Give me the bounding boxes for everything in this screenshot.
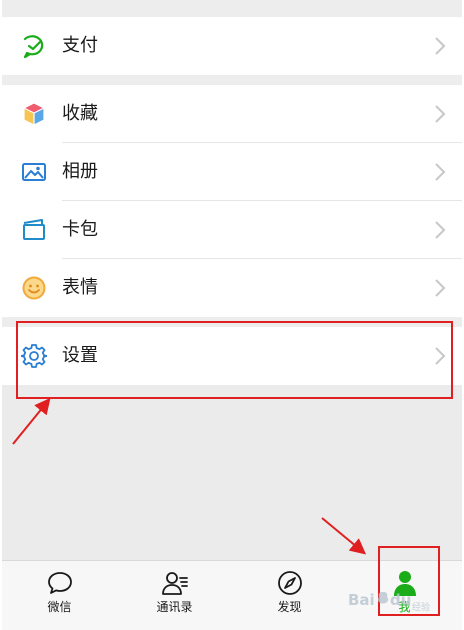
chevron-right-icon [434,278,446,298]
me-page: 支付 收藏 相册 卡包 表情 设置 微信 通讯录 发现 我 Bai du 经验 [0,0,464,630]
menu-item-stickers[interactable]: 表情 [2,259,462,317]
tab-chats[interactable]: 微信 [2,561,117,630]
menu-item-label: 表情 [62,277,98,298]
tab-contacts[interactable]: 通讯录 [117,561,232,630]
section-gap [2,75,462,85]
menu-item-label: 相册 [62,161,98,182]
cube-icon [21,101,47,127]
chevron-right-icon [434,220,446,240]
contacts-icon [161,569,189,597]
svg-text:du: du [390,591,411,609]
chevron-right-icon [434,104,446,124]
menu-item-pay[interactable]: 支付 [2,17,462,75]
tab-label: 发现 [277,600,302,614]
annotation-box-settings [16,321,453,399]
compass-icon [276,569,304,597]
svg-text:经验: 经验 [412,601,430,613]
menu-item-label: 收藏 [62,103,98,124]
smiley-icon [21,275,47,301]
image-icon [21,159,47,185]
card-wallet-icon [21,217,47,243]
menu-item-cards[interactable]: 卡包 [2,201,462,259]
watermark-logo: Bai du 经验 [348,586,440,614]
tab-label: 通讯录 [156,600,193,614]
empty-background [2,385,462,560]
chat-bubble-icon [46,569,74,597]
tab-label: 微信 [47,600,72,614]
chevron-right-icon [434,162,446,182]
menu-item-label: 卡包 [62,219,98,240]
wallet-check-icon [21,33,47,59]
menu-item-album[interactable]: 相册 [2,143,462,201]
tab-discover[interactable]: 发现 [232,561,347,630]
menu-item-label: 支付 [62,35,98,56]
svg-text:Bai: Bai [348,591,375,609]
menu-item-favorites[interactable]: 收藏 [2,85,462,143]
chevron-right-icon [434,36,446,56]
section-gap [2,0,462,17]
